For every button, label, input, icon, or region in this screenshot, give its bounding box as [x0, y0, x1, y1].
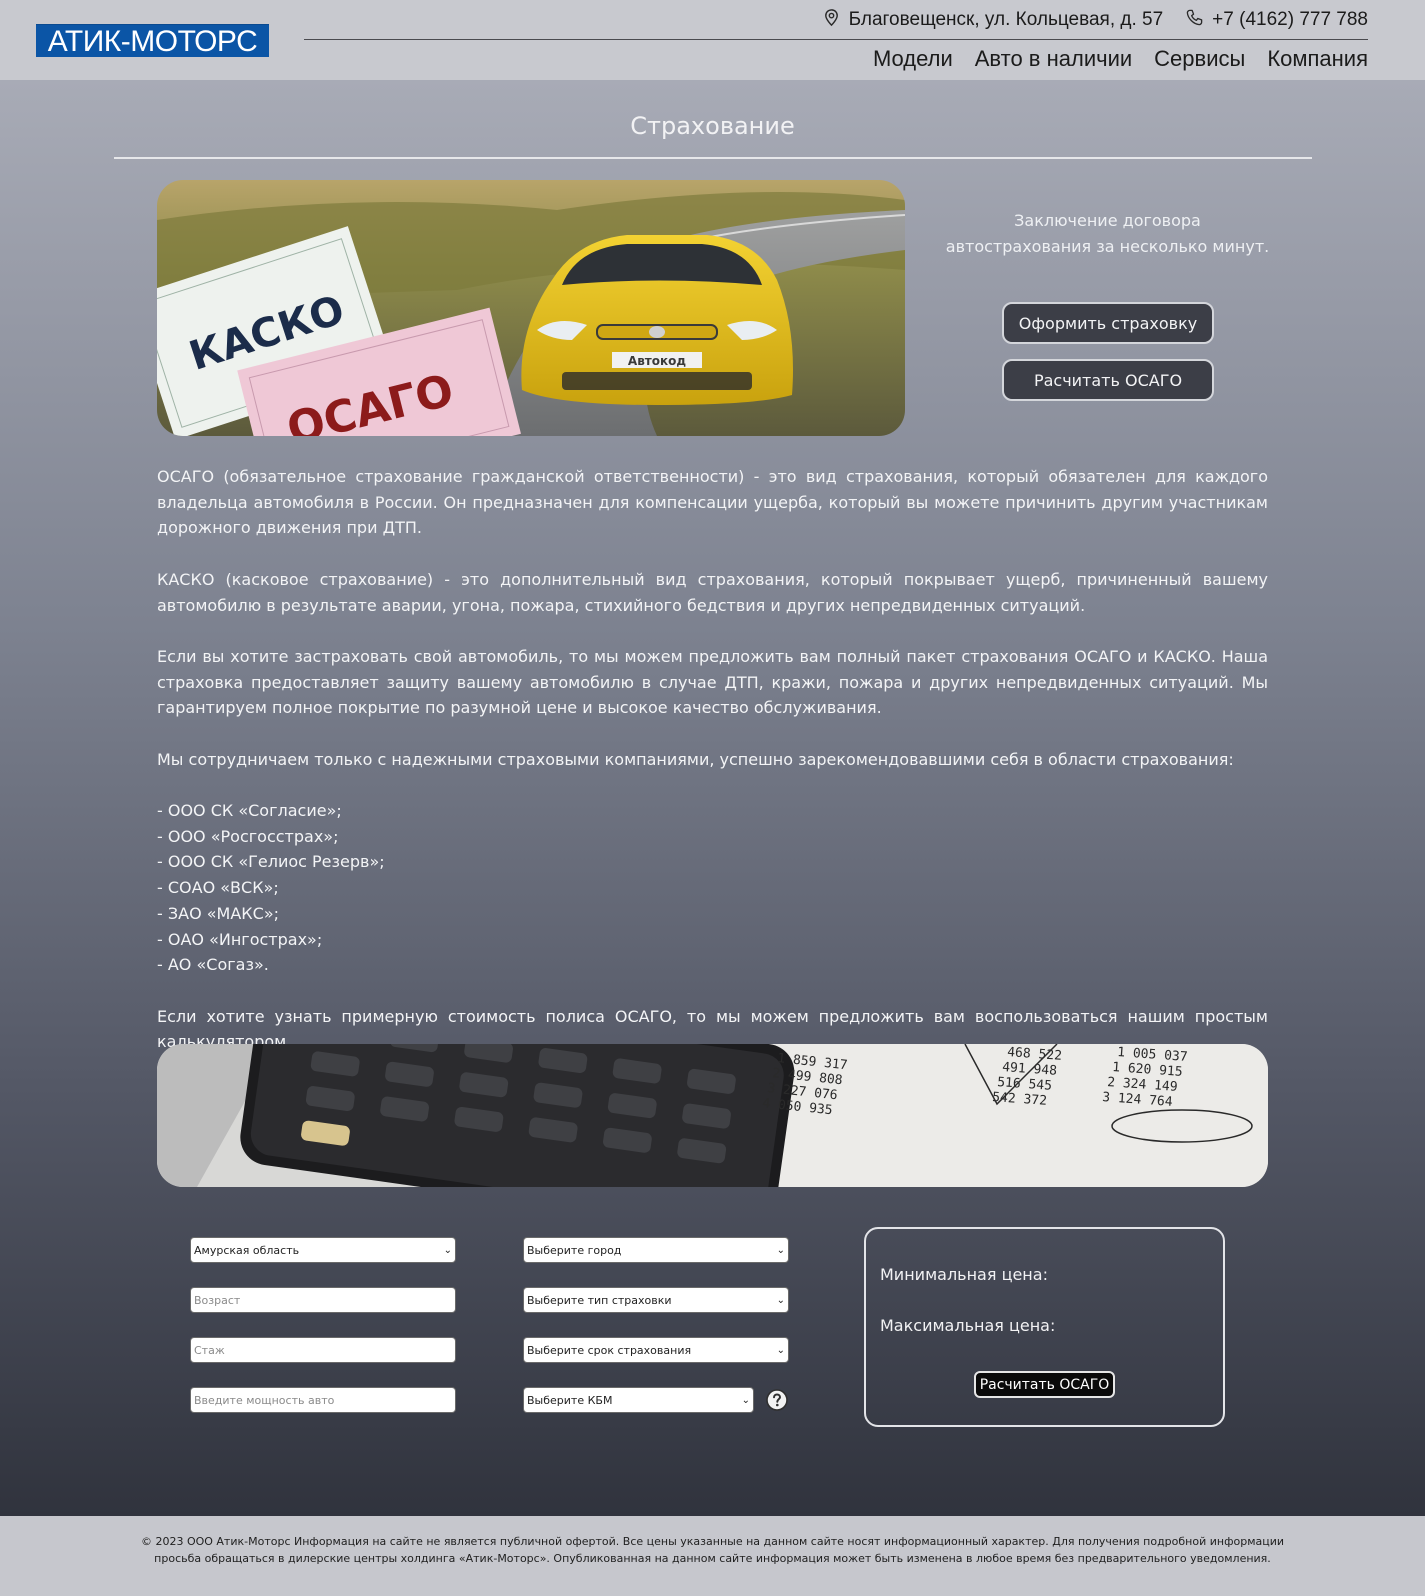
- nav-item-models[interactable]: Модели: [873, 46, 953, 72]
- insurance-type-select[interactable]: Выберите тип страховки ⌄: [523, 1287, 789, 1313]
- engine-power-input[interactable]: Введите мощность авто: [190, 1387, 456, 1413]
- price-result-panel: Минимальная цена: Максимальная цена: Рас…: [864, 1227, 1225, 1427]
- list-item: - ООО «Росгосстрах»;: [157, 826, 339, 846]
- kbm-select[interactable]: Выберите КБМ ⌄: [523, 1387, 754, 1413]
- osago-paragraph: ОСАГО (обязательное страхование гражданс…: [157, 467, 1268, 538]
- nav-item-in-stock[interactable]: Авто в наличии: [975, 46, 1132, 72]
- site-footer: © 2023 ООО Атик-Моторс Информация на сай…: [0, 1516, 1425, 1596]
- nav-item-services[interactable]: Сервисы: [1154, 46, 1245, 72]
- engine-power-placeholder: Введите мощность авто: [194, 1393, 335, 1407]
- term-select[interactable]: Выберите срок страхования ⌄: [523, 1337, 789, 1363]
- apply-insurance-button[interactable]: Оформить страховку: [1002, 302, 1214, 344]
- title-divider: [114, 157, 1312, 159]
- hero-image: КАСКО ОСАГО Автокод: [157, 180, 905, 436]
- help-icon[interactable]: [766, 1389, 788, 1411]
- insurance-description: ОСАГО (обязательное страхование гражданс…: [157, 464, 1268, 1081]
- city-select[interactable]: Выберите город ⌄: [523, 1237, 789, 1263]
- partner-companies-list: - ООО СК «Согласие»; - ООО «Росгосстрах»…: [157, 798, 1268, 978]
- nav-item-company[interactable]: Компания: [1267, 46, 1368, 72]
- header-divider: [304, 39, 1368, 40]
- experience-input[interactable]: Стаж: [190, 1337, 456, 1363]
- calculate-osago-button[interactable]: Расчитать ОСАГО: [1002, 359, 1214, 401]
- list-item: - ЗАО «МАКС»;: [157, 903, 279, 923]
- list-item: - СОАО «ВСК»;: [157, 878, 279, 898]
- chevron-down-icon: ⌄: [776, 1244, 785, 1256]
- main-nav: Модели Авто в наличии Сервисы Компания: [873, 46, 1368, 72]
- term-select-value: Выберите срок страхования: [527, 1343, 692, 1357]
- partners-paragraph: Мы сотрудничаем только с надежными страх…: [157, 749, 1234, 769]
- min-price-label: Минимальная цена:: [880, 1265, 1048, 1284]
- chevron-down-icon: ⌄: [776, 1294, 785, 1306]
- list-item: - ООО СК «Гелиос Резерв»;: [157, 852, 385, 872]
- svg-text:Автокод: Автокод: [628, 354, 686, 368]
- region-select[interactable]: Амурская область ⌄: [190, 1237, 456, 1263]
- age-input[interactable]: Возраст: [190, 1287, 456, 1313]
- site-logo[interactable]: АТИК-МОТОРС: [36, 24, 269, 58]
- city-select-value: Выберите город: [527, 1243, 622, 1257]
- max-price-label: Максимальная цена:: [880, 1316, 1056, 1335]
- list-item: - АО «Согаз».: [157, 955, 269, 975]
- location-pin-icon: [822, 8, 841, 33]
- list-item: - ООО СК «Согласие»;: [157, 801, 342, 821]
- calculate-price-button[interactable]: Расчитать ОСАГО: [974, 1371, 1115, 1398]
- main-content: Страхование КАСКО ОСАГО Автокод Заключен…: [0, 80, 1425, 1516]
- hero-tagline: Заключение договора автострахования за н…: [945, 211, 1270, 256]
- chevron-down-icon: ⌄: [776, 1344, 785, 1356]
- insurance-type-value: Выберите тип страховки: [527, 1293, 672, 1307]
- phone-icon: [1185, 8, 1204, 33]
- address-text: Благовещенск, ул. Кольцевая, д. 57: [848, 9, 1164, 30]
- phone-contact[interactable]: +7 (4162) 777 788: [1185, 8, 1368, 33]
- kasko-paragraph: КАСКО (касковое страхование) - это допол…: [157, 569, 1268, 615]
- calculator-image: 1 859 317 2 499 808 3 227 076 4 050 935 …: [157, 1044, 1268, 1187]
- footer-disclaimer: © 2023 ООО Атик-Моторс Информация на сай…: [140, 1535, 1285, 1565]
- kbm-select-value: Выберите КБМ: [527, 1393, 613, 1407]
- age-input-placeholder: Возраст: [194, 1293, 241, 1307]
- site-header: АТИК-МОТОРС Благовещенск, ул. Кольцевая,…: [0, 0, 1425, 80]
- page-title: Страхование: [630, 112, 795, 140]
- list-item: - ОАО «Ингострах»;: [157, 929, 323, 949]
- experience-input-placeholder: Стаж: [194, 1343, 225, 1357]
- region-select-value: Амурская область: [194, 1243, 300, 1257]
- chevron-down-icon: ⌄: [741, 1394, 750, 1406]
- header-contacts: Благовещенск, ул. Кольцевая, д. 57 +7 (4…: [822, 8, 1368, 32]
- phone-text[interactable]: +7 (4162) 777 788: [1212, 9, 1368, 31]
- chevron-down-icon: ⌄: [443, 1244, 452, 1256]
- offer-paragraph: Если вы хотите застраховать свой автомоб…: [157, 646, 1268, 718]
- address-contact: Благовещенск, ул. Кольцевая, д. 57: [822, 8, 1164, 33]
